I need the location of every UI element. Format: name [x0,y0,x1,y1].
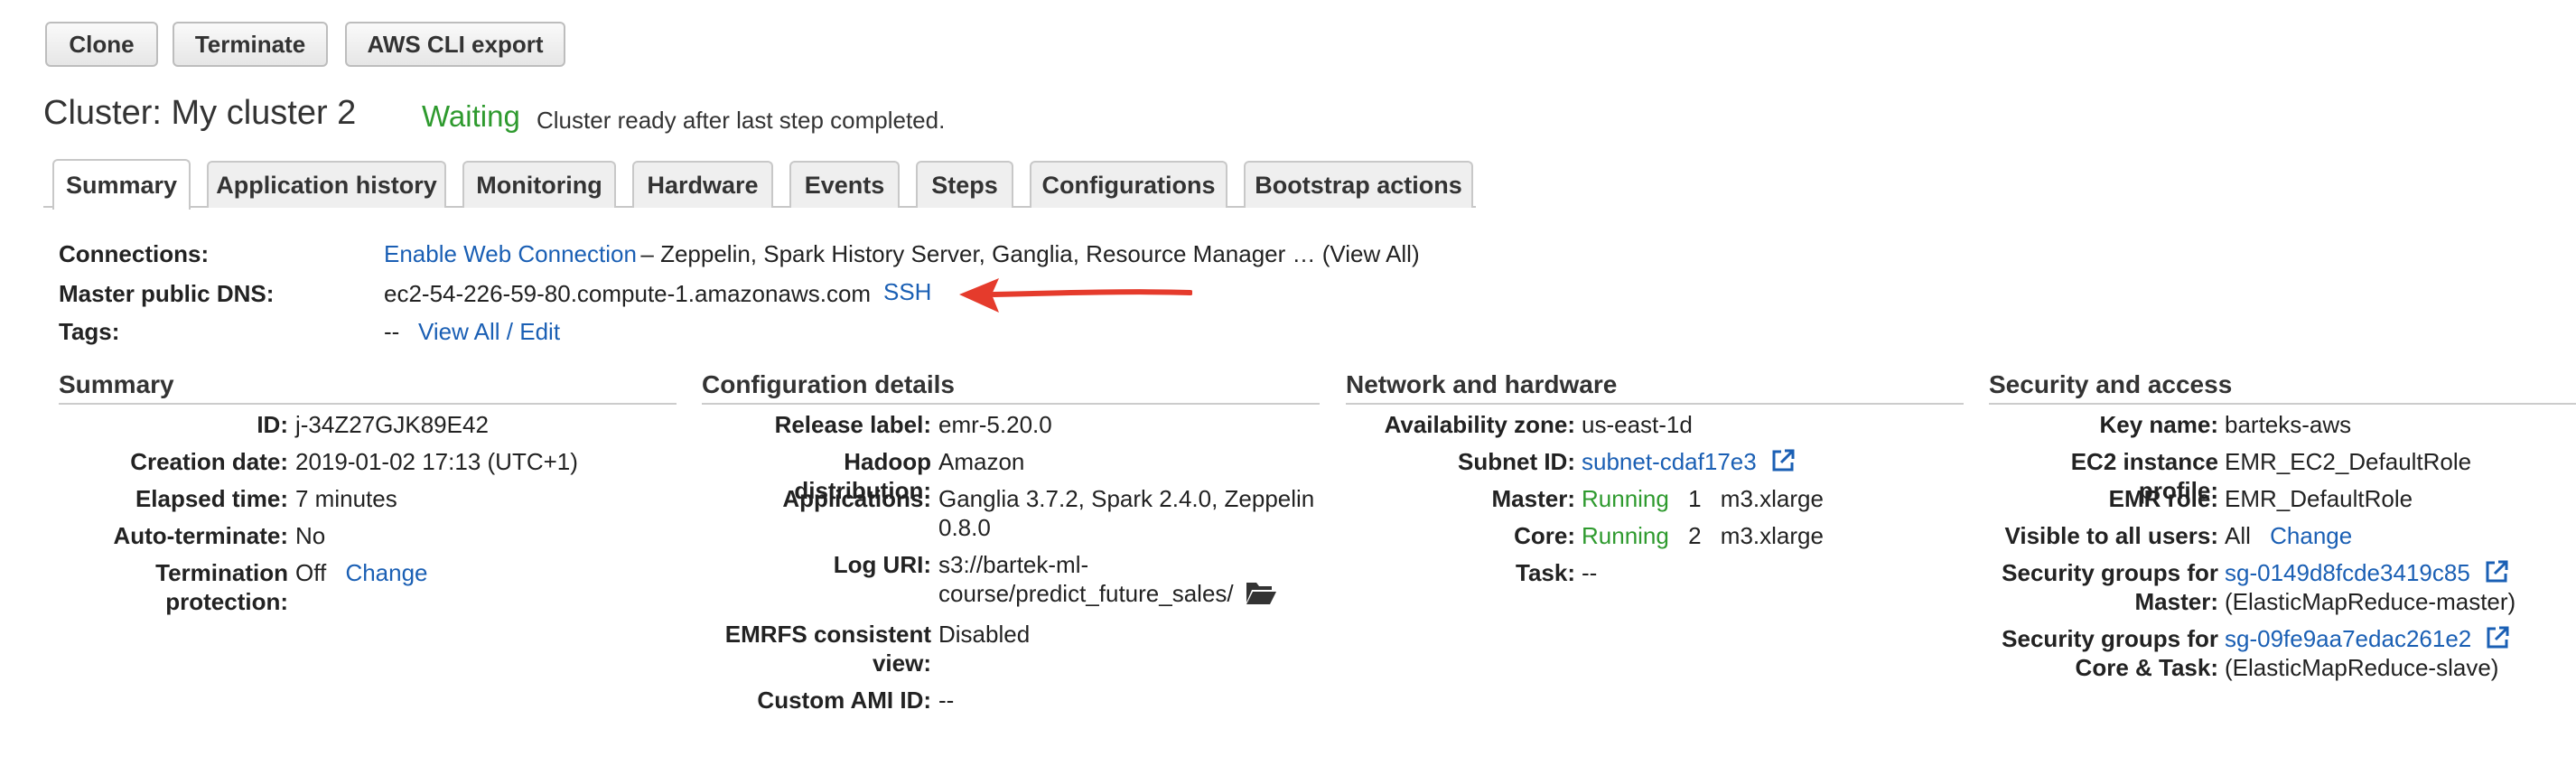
availability-zone-label: Availability zone: [1384,411,1575,438]
availability-zone-value: us-east-1d [1582,411,1693,438]
tags-label: Tags: [59,318,120,345]
creation-date-value: 2019-01-02 17:13 (UTC+1) [295,448,578,475]
ssh-link[interactable]: SSH [883,278,931,306]
hadoop-distribution-value: Amazon [938,448,1025,475]
page-title: Cluster: My cluster 2 [43,94,357,132]
sg-core-value: sg-09fe9aa7edac261e2 [2225,624,2510,653]
red-arrow-annotation [959,278,1192,313]
master-dns-value: ec2-54-226-59-80.compute-1.amazonaws.com [384,280,872,307]
emr-role-label: EMR role: [2108,485,2218,512]
core-value: Running 2 m3.xlarge [1582,521,1824,550]
tab-configurations[interactable]: Configurations [1030,161,1227,208]
applications-value-line2: 0.8.0 [938,514,991,541]
release-label-value: emr-5.20.0 [938,411,1052,438]
tab-application-history[interactable]: Application history [207,161,446,208]
aws-cli-export-button[interactable]: AWS CLI export [345,22,565,67]
core-status: Running [1582,522,1669,549]
sg-core-label-line1: Security groups for [2002,625,2218,652]
cluster-status-message: Cluster ready after last step completed. [537,107,946,134]
termination-protection-label: Termination protection: [155,559,288,615]
tab-hardware[interactable]: Hardware [632,161,773,208]
master-count: 1 [1688,485,1702,512]
elapsed-time-value: 7 minutes [295,485,397,512]
master-instance-type: m3.xlarge [1720,485,1824,512]
tab-bootstrap-actions[interactable]: Bootstrap actions [1244,161,1473,208]
release-label-label: Release label: [774,411,931,438]
auto-terminate-value: No [295,522,326,549]
subnet-id-value: subnet-cdaf17e3 [1582,447,1796,476]
master-value: Running 1 m3.xlarge [1582,484,1824,513]
task-label: Task: [1516,559,1575,586]
subnet-id-link[interactable]: subnet-cdaf17e3 [1582,448,1757,475]
external-link-icon[interactable] [1770,448,1796,473]
ec2-instance-profile-value: EMR_EC2_DefaultRole [2225,448,2472,475]
security-access-heading: Security and access [1989,370,2576,405]
custom-ami-id-value: -- [938,687,955,714]
termination-protection-value: Off Change [295,558,428,587]
sg-master-name: (ElasticMapReduce-master) [2225,588,2516,615]
core-count: 2 [1688,522,1702,549]
connections-label: Connections: [59,240,210,267]
cluster-status: Waiting [422,99,520,133]
visible-to-all-users-status: All [2225,522,2251,549]
folder-open-icon[interactable] [1245,579,1277,606]
tab-events[interactable]: Events [789,161,900,208]
visible-to-all-users-value: All Change [2225,521,2352,550]
clone-button[interactable]: Clone [45,22,158,67]
network-hardware-heading: Network and hardware [1346,370,1964,405]
tags-view-edit-link[interactable]: View All / Edit [418,318,560,346]
tab-monitoring[interactable]: Monitoring [462,161,616,208]
visible-to-all-users-label: Visible to all users: [2004,522,2218,549]
applications-label: Applications: [782,485,931,512]
termination-protection-status: Off [295,559,327,586]
task-value: -- [1582,559,1598,586]
enable-web-connection-link[interactable]: Enable Web Connection [384,240,637,267]
configuration-details-heading: Configuration details [702,370,1320,405]
log-uri-value-line2: course/predict_future_sales/ [938,580,1234,607]
sg-core-label-line2: Core & Task: [2075,654,2218,681]
emr-role-value: EMR_DefaultRole [2225,485,2413,512]
visible-to-all-users-change-link[interactable]: Change [2270,522,2352,549]
sg-core-name: (ElasticMapReduce-slave) [2225,654,2499,681]
connections-apps-text: – Zeppelin, Spark History Server, Gangli… [640,240,1420,267]
log-uri-label: Log URI: [833,551,931,578]
master-dns-label: Master public DNS: [59,280,275,307]
sg-master-link[interactable]: sg-0149d8fcde3419c85 [2225,559,2470,586]
sg-core-link[interactable]: sg-09fe9aa7edac261e2 [2225,625,2471,652]
external-link-icon[interactable] [2484,559,2509,584]
sg-master-label-line1: Security groups for [2002,559,2218,586]
sg-master-label: Security groups for Master: [1989,558,2218,616]
log-uri-value-line1: s3://bartek-ml- [938,551,1089,578]
applications-value-line1: Ganglia 3.7.2, Spark 2.4.0, Zeppelin [938,485,1315,512]
key-name-value: barteks-aws [2225,411,2352,438]
emrfs-consistent-view-label: EMRFS consistent view: [724,621,931,677]
sg-master-value: sg-0149d8fcde3419c85 [2225,558,2509,587]
emrfs-consistent-view-value: Disabled [938,621,1031,648]
auto-terminate-label: Auto-terminate: [113,522,288,549]
sg-core-label: Security groups for Core & Task: [1989,624,2218,682]
master-status: Running [1582,485,1669,512]
sg-master-label-line2: Master: [2134,588,2218,615]
core-label: Core: [1514,522,1575,549]
subnet-id-label: Subnet ID: [1458,448,1575,475]
external-link-icon[interactable] [2485,625,2510,650]
tags-value: -- [384,318,400,345]
core-instance-type: m3.xlarge [1720,522,1824,549]
master-label: Master: [1491,485,1575,512]
elapsed-time-label: Elapsed time: [135,485,288,512]
tab-steps[interactable]: Steps [916,161,1013,208]
termination-protection-change-link[interactable]: Change [345,559,427,586]
custom-ami-id-label: Custom AMI ID: [757,687,931,714]
creation-date-label: Creation date: [130,448,288,475]
key-name-label: Key name: [2099,411,2219,438]
cluster-id-label: ID: [257,411,288,438]
tab-summary[interactable]: Summary [52,159,191,210]
summary-heading: Summary [59,370,677,405]
cluster-id-value: j-34Z27GJK89E42 [295,411,489,438]
connections-value: Enable Web Connection – Zeppelin, Spark … [384,240,1420,268]
terminate-button[interactable]: Terminate [173,22,328,67]
